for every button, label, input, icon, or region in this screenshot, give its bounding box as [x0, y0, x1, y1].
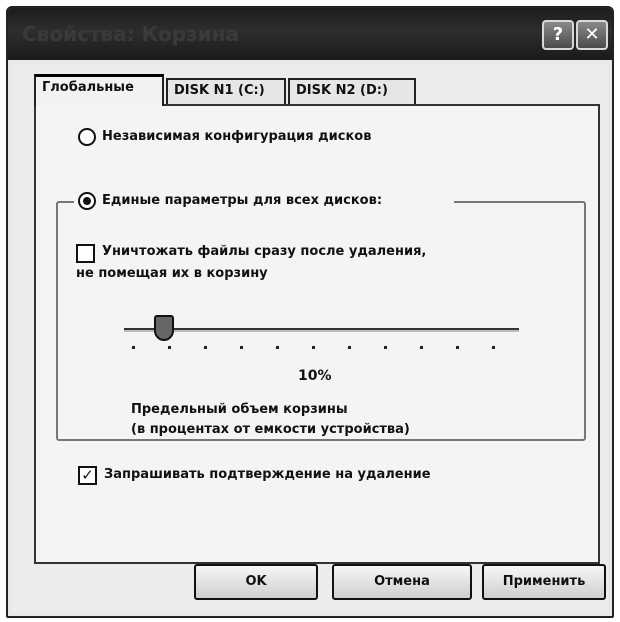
- tab-disk-d[interactable]: DISK N2 (D:): [288, 78, 416, 104]
- dialog-client-area: Глобальные DISK N1 (C:) DISK N2 (D:) Нез…: [12, 64, 608, 612]
- cancel-button[interactable]: Отмена: [332, 564, 472, 600]
- slider-tick: [384, 346, 387, 349]
- ok-button[interactable]: OK: [194, 564, 318, 600]
- tab-panel-global: Независимая конфигурация дисков Единые п…: [34, 104, 600, 564]
- max-size-label-line2: (в процентах от емкости устройства): [131, 422, 410, 437]
- max-size-slider-track[interactable]: [124, 328, 519, 332]
- window-title: Свойства: Корзина: [22, 22, 240, 46]
- uniform-params-label[interactable]: Единые параметры для всех дисков:: [102, 193, 382, 208]
- delete-immediately-label-line1[interactable]: Уничтожать файлы сразу после удаления,: [102, 244, 426, 259]
- slider-value-label: 10%: [298, 368, 332, 384]
- tab-global[interactable]: Глобальные: [34, 74, 164, 106]
- slider-tick: [168, 346, 171, 349]
- uniform-params-radio[interactable]: [78, 192, 96, 210]
- confirm-delete-label[interactable]: Запрашивать подтверждение на удаление: [104, 467, 431, 482]
- delete-immediately-checkbox[interactable]: [76, 244, 95, 263]
- slider-tick: [492, 346, 495, 349]
- slider-tick: [456, 346, 459, 349]
- dialog-buttons: OK Отмена Применить: [12, 564, 608, 604]
- independent-config-radio[interactable]: [78, 128, 96, 146]
- max-size-label-line1: Предельный объем корзины: [131, 402, 348, 417]
- slider-tick: [204, 346, 207, 349]
- help-button[interactable]: ?: [542, 20, 574, 50]
- tab-disk-c[interactable]: DISK N1 (C:): [166, 78, 286, 104]
- recycle-bin-properties-window: Свойства: Корзина ? ✕ Глобальные DISK N1…: [6, 6, 614, 618]
- close-button[interactable]: ✕: [576, 20, 608, 50]
- slider-tick: [276, 346, 279, 349]
- slider-tick: [348, 346, 351, 349]
- max-size-slider-thumb[interactable]: [154, 315, 174, 341]
- delete-immediately-label-line2[interactable]: не помещая их в корзину: [76, 266, 268, 281]
- slider-tick: [132, 346, 135, 349]
- title-bar[interactable]: Свойства: Корзина ? ✕: [8, 8, 612, 60]
- slider-tick: [240, 346, 243, 349]
- confirm-delete-checkbox[interactable]: ✓: [78, 466, 97, 485]
- apply-button[interactable]: Применить: [482, 564, 606, 600]
- slider-tick: [420, 346, 423, 349]
- slider-tick: [312, 346, 315, 349]
- independent-config-label[interactable]: Независимая конфигурация дисков: [102, 129, 371, 144]
